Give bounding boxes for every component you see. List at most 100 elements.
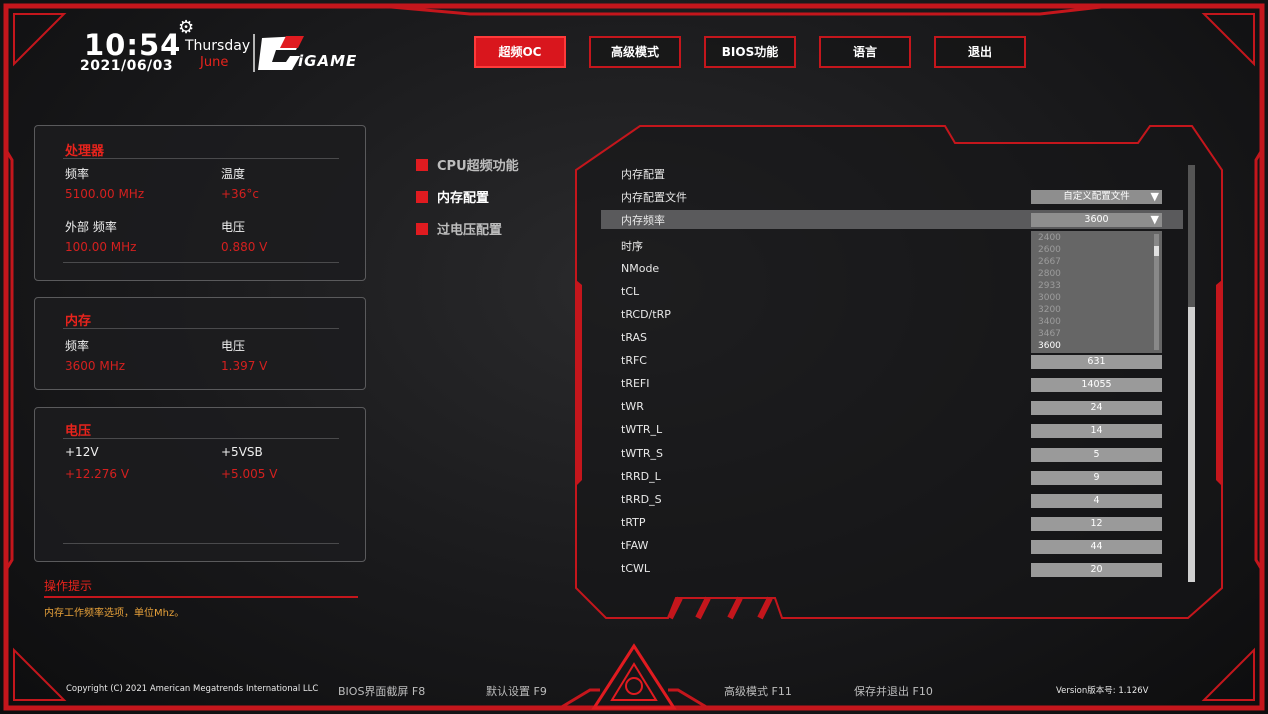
voltage-panel-title: 电压	[65, 424, 92, 439]
v5sb-label: +5VSB	[221, 445, 263, 459]
gear-icon[interactable]: ⚙	[178, 19, 194, 37]
freq-option[interactable]: 3400	[1038, 317, 1061, 327]
tab-bios-features[interactable]: BIOS功能	[704, 36, 796, 68]
hint-text: 内存工作频率选项，单位Mhz。	[44, 608, 185, 619]
hint-divider	[44, 596, 358, 598]
memory-volt-value: 1.397 V	[221, 359, 268, 373]
tcl-label: tCL	[621, 285, 640, 298]
trtp-field[interactable]: 12	[1031, 517, 1162, 531]
divider	[63, 543, 339, 544]
menu-memory-config[interactable]: 内存配置	[416, 187, 489, 206]
dropdown-arrow-icon: ▼	[1150, 213, 1159, 226]
freq-option[interactable]: 3467	[1038, 329, 1061, 339]
menu-bullet-icon	[416, 191, 428, 203]
freq-option[interactable]: 3000	[1038, 293, 1061, 303]
freq-option[interactable]: 2667	[1038, 257, 1061, 267]
twr-label: tWR	[621, 400, 644, 413]
brand-logo: iGAME	[298, 52, 358, 70]
cpu-freq-value: 5100.00 MHz	[65, 187, 145, 201]
defaults-f9-button[interactable]: 默认设置 F9	[486, 683, 547, 699]
cpu-volt-value: 0.880 V	[221, 240, 268, 254]
tfaw-label: tFAW	[621, 539, 649, 552]
version-text: Version版本号: 1.126V	[1056, 686, 1149, 696]
trefi-label: tREFI	[621, 377, 650, 390]
memory-freq-dropdown[interactable]: 3600 ▼	[1031, 213, 1162, 227]
trrd-s-label: tRRD_S	[621, 493, 662, 506]
memory-panel-title: 内存	[65, 314, 92, 329]
divider	[63, 438, 339, 439]
cpu-volt-label: 电压	[221, 220, 246, 234]
clock-date: 2021/06/03	[80, 58, 174, 74]
twtr-l-label: tWTR_L	[621, 423, 663, 436]
memory-freq-label: 频率	[65, 339, 90, 353]
v12-label: +12V	[65, 445, 99, 459]
twtr-s-label: tWTR_S	[621, 447, 664, 460]
menu-bullet-icon	[416, 223, 428, 235]
memory-profile-value: 自定义配置文件	[1063, 191, 1130, 202]
menu-cpu-oc[interactable]: CPU超频功能	[416, 155, 519, 174]
cpu-temp-label: 温度	[221, 167, 246, 181]
freq-option[interactable]: 2800	[1038, 269, 1061, 279]
freq-option-selected[interactable]: 3600	[1038, 341, 1061, 351]
save-exit-f10-button[interactable]: 保存并退出 F10	[854, 683, 933, 699]
memory-profile-dropdown[interactable]: 自定义配置文件 ▼	[1031, 190, 1162, 204]
trefi-field[interactable]: 14055	[1031, 378, 1162, 392]
timing-label: 时序	[621, 240, 643, 253]
voltage-info-panel: 电压 +12V +5VSB +12.276 V +5.005 V	[34, 407, 366, 562]
freq-option[interactable]: 2933	[1038, 281, 1061, 291]
trfc-label: tRFC	[621, 354, 647, 367]
menu-label: 内存配置	[437, 191, 490, 206]
memory-freq-row-label: 内存频率	[621, 214, 665, 227]
menu-label: CPU超频功能	[437, 159, 519, 174]
memory-info-panel: 内存 频率 电压 3600 MHz 1.397 V	[34, 297, 366, 390]
cpu-info-panel: 处理器 频率 温度 5100.00 MHz +36°c 外部 频率 电压 100…	[34, 125, 366, 281]
menu-overvoltage-config[interactable]: 过电压配置	[416, 219, 502, 238]
v5sb-value: +5.005 V	[221, 467, 278, 481]
divider	[63, 328, 339, 329]
advanced-f11-button[interactable]: 高级模式 F11	[724, 683, 792, 699]
trtp-label: tRTP	[621, 516, 646, 529]
memory-profile-label: 内存配置文件	[621, 191, 687, 204]
clock-time: 10:54	[84, 28, 182, 62]
memory-freq-dropdown-value: 3600	[1084, 214, 1109, 225]
tcwl-field[interactable]: 20	[1031, 563, 1162, 577]
tab-exit[interactable]: 退出	[934, 36, 1026, 68]
dropdown-scrollbar-thumb[interactable]	[1154, 246, 1159, 256]
copyright-text: Copyright (C) 2021 American Megatrends I…	[66, 684, 319, 694]
memory-freq-options-list[interactable]: 2400 2600 2667 2800 2933 3000 3200 3400 …	[1031, 231, 1162, 353]
menu-bullet-icon	[416, 159, 428, 171]
v12-value: +12.276 V	[65, 467, 130, 481]
twtr-l-field[interactable]: 14	[1031, 424, 1162, 438]
tfaw-field[interactable]: 44	[1031, 540, 1162, 554]
trrd-s-field[interactable]: 4	[1031, 494, 1162, 508]
trcd-trp-label: tRCD/tRP	[621, 308, 671, 321]
tab-oc[interactable]: 超频OC	[474, 36, 566, 68]
tras-label: tRAS	[621, 331, 648, 344]
memory-freq-value: 3600 MHz	[65, 359, 126, 373]
clock-weekday: Thursday	[185, 38, 251, 54]
menu-label: 过电压配置	[437, 223, 503, 238]
nmode-label: NMode	[621, 262, 660, 275]
tab-advanced[interactable]: 高级模式	[589, 36, 681, 68]
divider	[63, 262, 339, 263]
dropdown-arrow-icon: ▼	[1150, 190, 1159, 203]
freq-option[interactable]: 2400	[1038, 233, 1061, 243]
twr-field[interactable]: 24	[1031, 401, 1162, 415]
config-section-title: 内存配置	[621, 168, 665, 181]
twtr-s-field[interactable]: 5	[1031, 448, 1162, 462]
trrd-l-field[interactable]: 9	[1031, 471, 1162, 485]
clock-month: June	[200, 55, 229, 70]
freq-option[interactable]: 2600	[1038, 245, 1061, 255]
cpu-ext-freq-value: 100.00 MHz	[65, 240, 137, 254]
cpu-ext-freq-label: 外部 频率	[65, 220, 117, 234]
cpu-temp-value: +36°c	[221, 187, 259, 201]
trfc-field[interactable]: 631	[1031, 355, 1162, 369]
trrd-l-label: tRRD_L	[621, 470, 661, 483]
memory-volt-label: 电压	[221, 339, 246, 353]
tab-language[interactable]: 语言	[819, 36, 911, 68]
divider	[63, 158, 339, 159]
freq-option[interactable]: 3200	[1038, 305, 1061, 315]
config-scrollbar-thumb[interactable]	[1188, 307, 1195, 582]
screenshot-f8-button[interactable]: BIOS界面截屏 F8	[338, 683, 425, 699]
cpu-freq-label: 频率	[65, 167, 90, 181]
